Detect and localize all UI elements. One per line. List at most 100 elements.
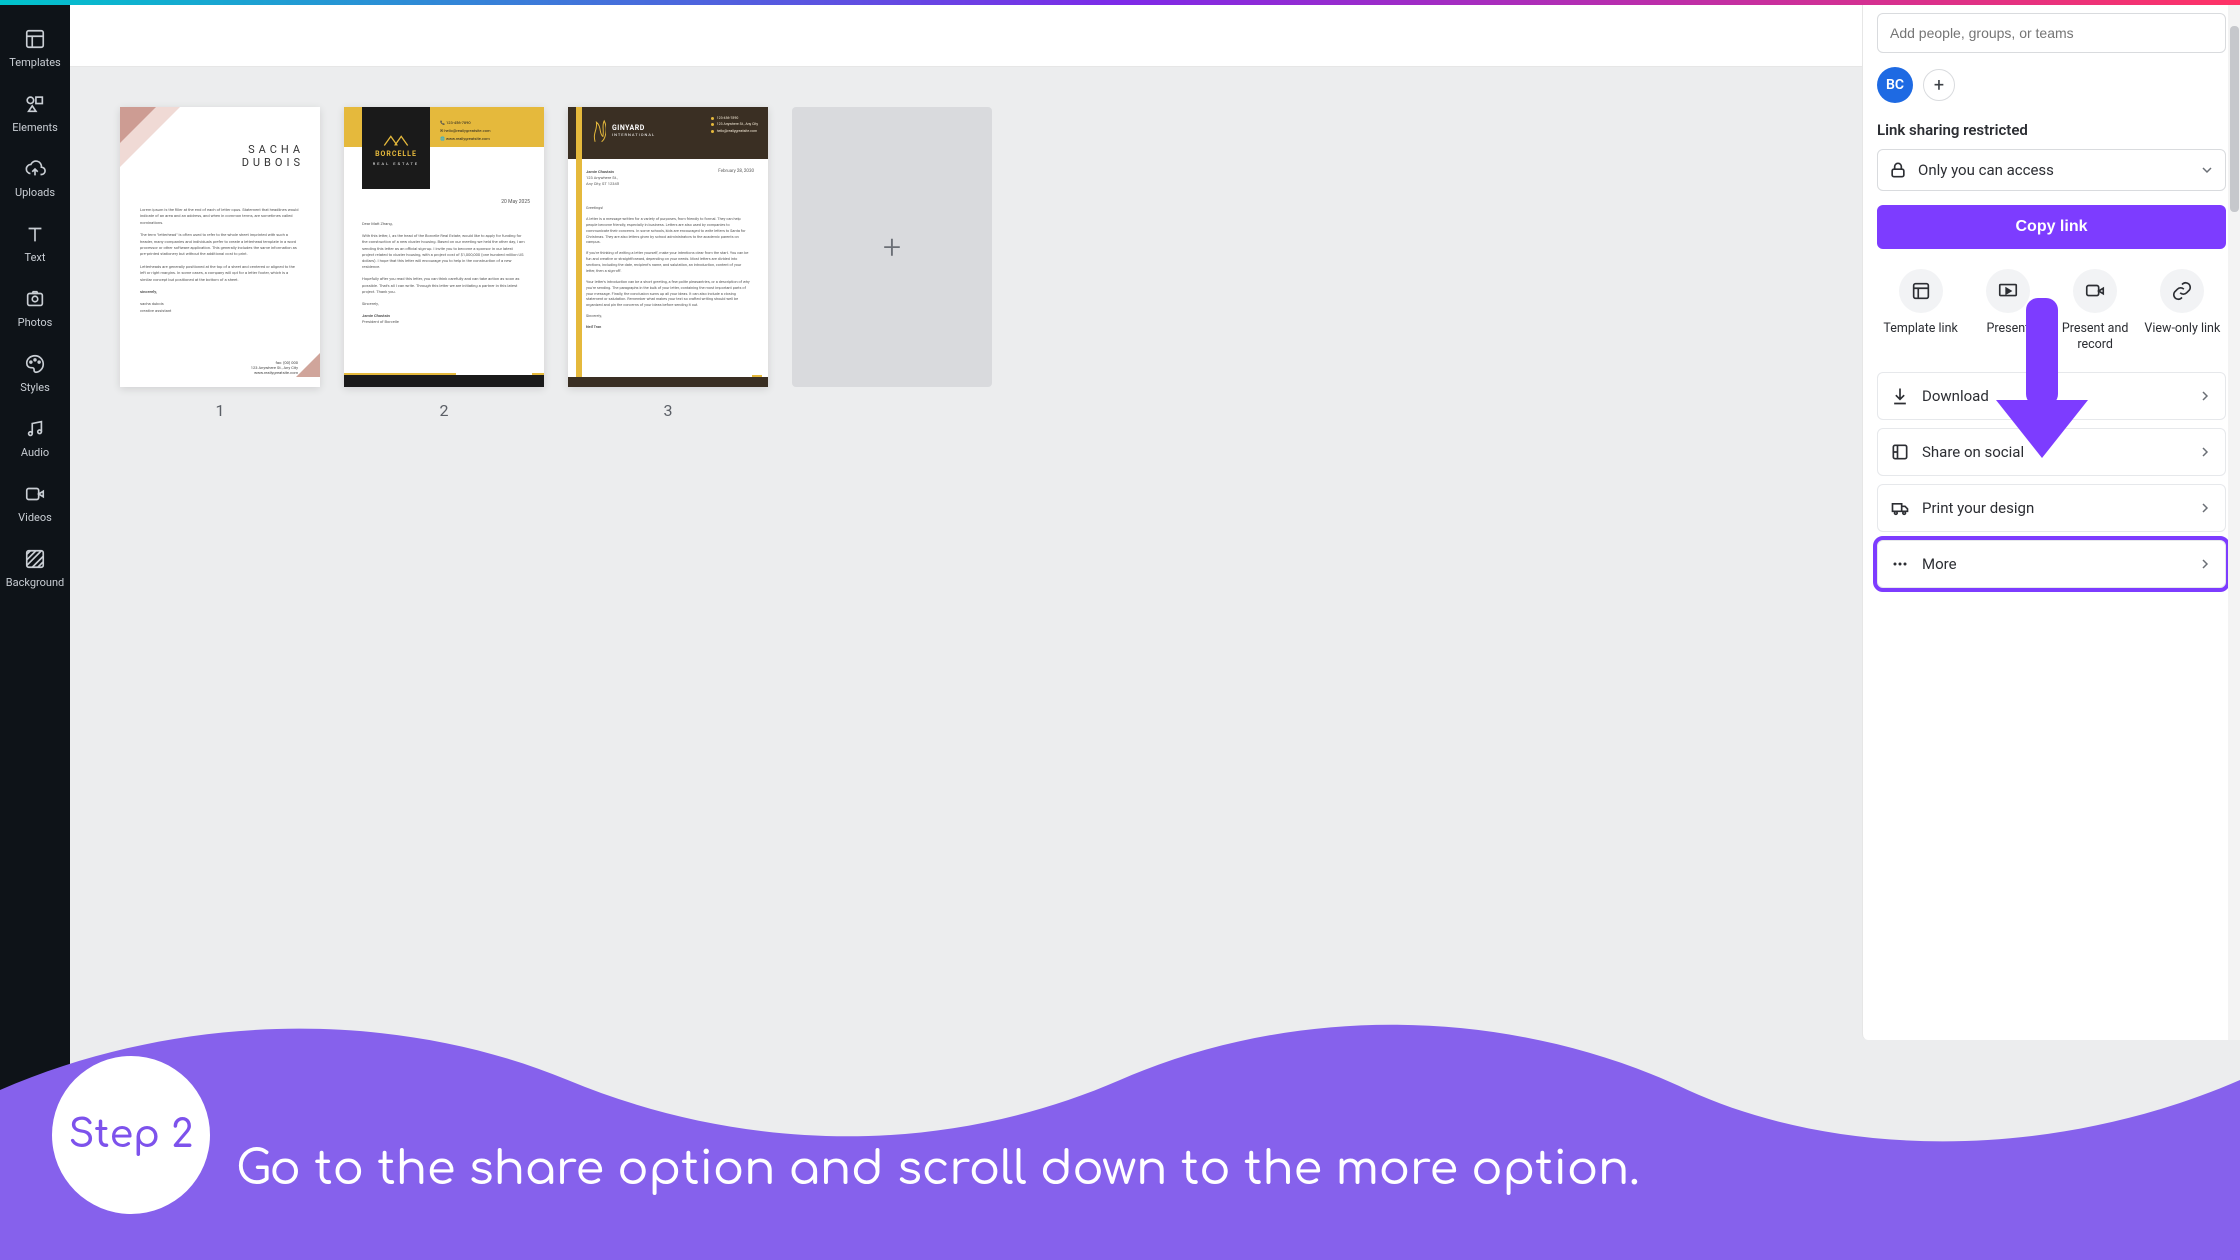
decoration — [576, 107, 582, 387]
page-number: 1 — [216, 401, 225, 420]
sidebar-item-text[interactable]: Text — [0, 213, 70, 278]
page3-body: Greetings! A letter is a message written… — [586, 205, 750, 335]
text: GINYARD — [612, 124, 655, 132]
label: More — [1922, 555, 2185, 573]
sidebar-label: Styles — [0, 381, 70, 394]
text: hello@reallygreatsite.com — [444, 128, 490, 133]
sidebar-item-photos[interactable]: Photos — [0, 278, 70, 343]
page3-address: Jamie Chastain 123 Anywhere St., Any Cit… — [586, 169, 619, 187]
text: Neil Tran — [586, 324, 601, 329]
label: View-only link — [2141, 321, 2223, 337]
page3-date: February 28, 2030 — [718, 169, 754, 174]
social-icon — [1890, 442, 1910, 462]
page1-name: SACHA DUBOIS — [242, 143, 304, 169]
download-icon — [1890, 386, 1910, 406]
flame-icon — [592, 117, 606, 143]
template-link-button[interactable]: Template link — [1880, 269, 1962, 354]
sidebar-item-templates[interactable]: Templates — [0, 18, 70, 83]
link-sharing-heading: Link sharing restricted — [1877, 121, 2226, 139]
access-label: Only you can access — [1918, 161, 2189, 179]
templates-icon — [24, 28, 46, 50]
text: www.reallygreatsite.com — [446, 136, 490, 141]
house-icon — [383, 131, 409, 147]
more-row[interactable]: More — [1877, 540, 2226, 588]
copy-link-button[interactable]: Copy link — [1877, 205, 2226, 249]
link-icon — [2171, 280, 2193, 302]
page2-date: 20 May 2025 — [501, 199, 530, 205]
label: Print your design — [1922, 499, 2185, 517]
people-input[interactable] — [1877, 13, 2226, 53]
avatar[interactable]: BC — [1877, 67, 1913, 103]
page1-footer: fax: (00) 000123 Anywhere St., Any Cityw… — [251, 360, 298, 375]
page1-body: Lorem ipsum is the filler at the end of … — [140, 207, 300, 320]
page2-contact: 📞 123-456-7890 ✉ hello@reallygreatsite.c… — [440, 117, 534, 144]
print-design-row[interactable]: Print your design — [1877, 484, 2226, 532]
videos-icon — [24, 483, 46, 505]
plus-icon: + — [1934, 75, 1944, 96]
chevron-right-icon — [2197, 556, 2213, 572]
sidebar-label: Text — [0, 251, 70, 264]
text: Sincerely, — [362, 301, 526, 307]
scroll-thumb[interactable] — [2230, 26, 2239, 212]
text: SACHA — [242, 143, 304, 156]
chevron-right-icon — [2197, 444, 2213, 460]
page2-body: Dear Matt Zhang, With this letter, I, as… — [362, 221, 526, 331]
page3-logo: GINYARD INTERNATIONAL — [592, 117, 655, 143]
text: Any City, ST 12345 — [586, 181, 619, 187]
photos-icon — [24, 288, 46, 310]
text: Dear Matt Zhang, — [362, 221, 526, 227]
page-thumb-1[interactable]: SACHA DUBOIS Lorem ipsum is the filler a… — [120, 107, 320, 387]
page-thumb-2[interactable]: BORCELLE REAL ESTATE 📞 123-456-7890 ✉ he… — [344, 107, 544, 387]
add-person-button[interactable]: + — [1923, 69, 1955, 101]
sidebar-label: Background — [0, 576, 70, 589]
step-badge: Step 2 — [52, 1056, 210, 1214]
sidebar-item-uploads[interactable]: Uploads — [0, 148, 70, 213]
text: REAL ESTATE — [373, 161, 419, 166]
sidebar-item-styles[interactable]: Styles — [0, 343, 70, 408]
text: Sincerely, — [586, 313, 750, 319]
step-text: Go to the share option and scroll down t… — [236, 1141, 2200, 1199]
view-only-link-button[interactable]: View-only link — [2141, 269, 2223, 354]
text: 123 Anywhere St., Any City — [717, 122, 758, 127]
sidebar-item-elements[interactable]: Elements — [0, 83, 70, 148]
sidebar-item-videos[interactable]: Videos — [0, 473, 70, 538]
text: Greetings! — [586, 205, 750, 211]
elements-icon — [24, 93, 46, 115]
template-link-icon — [1910, 280, 1932, 302]
audio-icon — [24, 418, 46, 440]
plus-icon: + — [883, 228, 901, 266]
label: Template link — [1880, 321, 1962, 337]
decoration — [344, 375, 544, 387]
truck-icon — [1890, 498, 1910, 518]
page-thumb-3[interactable]: GINYARD INTERNATIONAL 123-456-7890 123 A… — [568, 107, 768, 387]
sidebar-label: Videos — [0, 511, 70, 524]
uploads-icon — [24, 158, 46, 180]
collaborator-row: BC + — [1877, 67, 2226, 103]
share-panel: BC + Link sharing restricted Only you ca… — [1862, 5, 2240, 1040]
tutorial-banner — [0, 970, 2240, 1260]
text: DUBOIS — [242, 156, 304, 169]
text: President of Borcelle — [362, 319, 399, 324]
sidebar-item-audio[interactable]: Audio — [0, 408, 70, 473]
tutorial-arrow — [1996, 298, 2088, 458]
text: INTERNATIONAL — [612, 132, 655, 137]
text: BORCELLE — [375, 150, 417, 158]
decoration — [296, 353, 320, 377]
text-icon — [24, 223, 46, 245]
sidebar-label: Audio — [0, 446, 70, 459]
page2-logo-box: BORCELLE REAL ESTATE — [362, 107, 430, 189]
background-icon — [24, 548, 46, 570]
text: 123-456-7890 — [446, 120, 471, 125]
text: 123-456-7890 — [717, 116, 739, 121]
chevron-right-icon — [2197, 388, 2213, 404]
decoration — [120, 107, 156, 143]
styles-icon — [24, 353, 46, 375]
add-page-button[interactable]: + — [792, 107, 992, 387]
sidebar-label: Uploads — [0, 186, 70, 199]
share-scrollbar[interactable] — [2228, 5, 2240, 1040]
access-select[interactable]: Only you can access — [1877, 149, 2226, 191]
chevron-down-icon — [2199, 162, 2215, 178]
sidebar-item-background[interactable]: Background — [0, 538, 70, 603]
decoration — [568, 377, 768, 387]
page-number: 2 — [440, 401, 449, 420]
